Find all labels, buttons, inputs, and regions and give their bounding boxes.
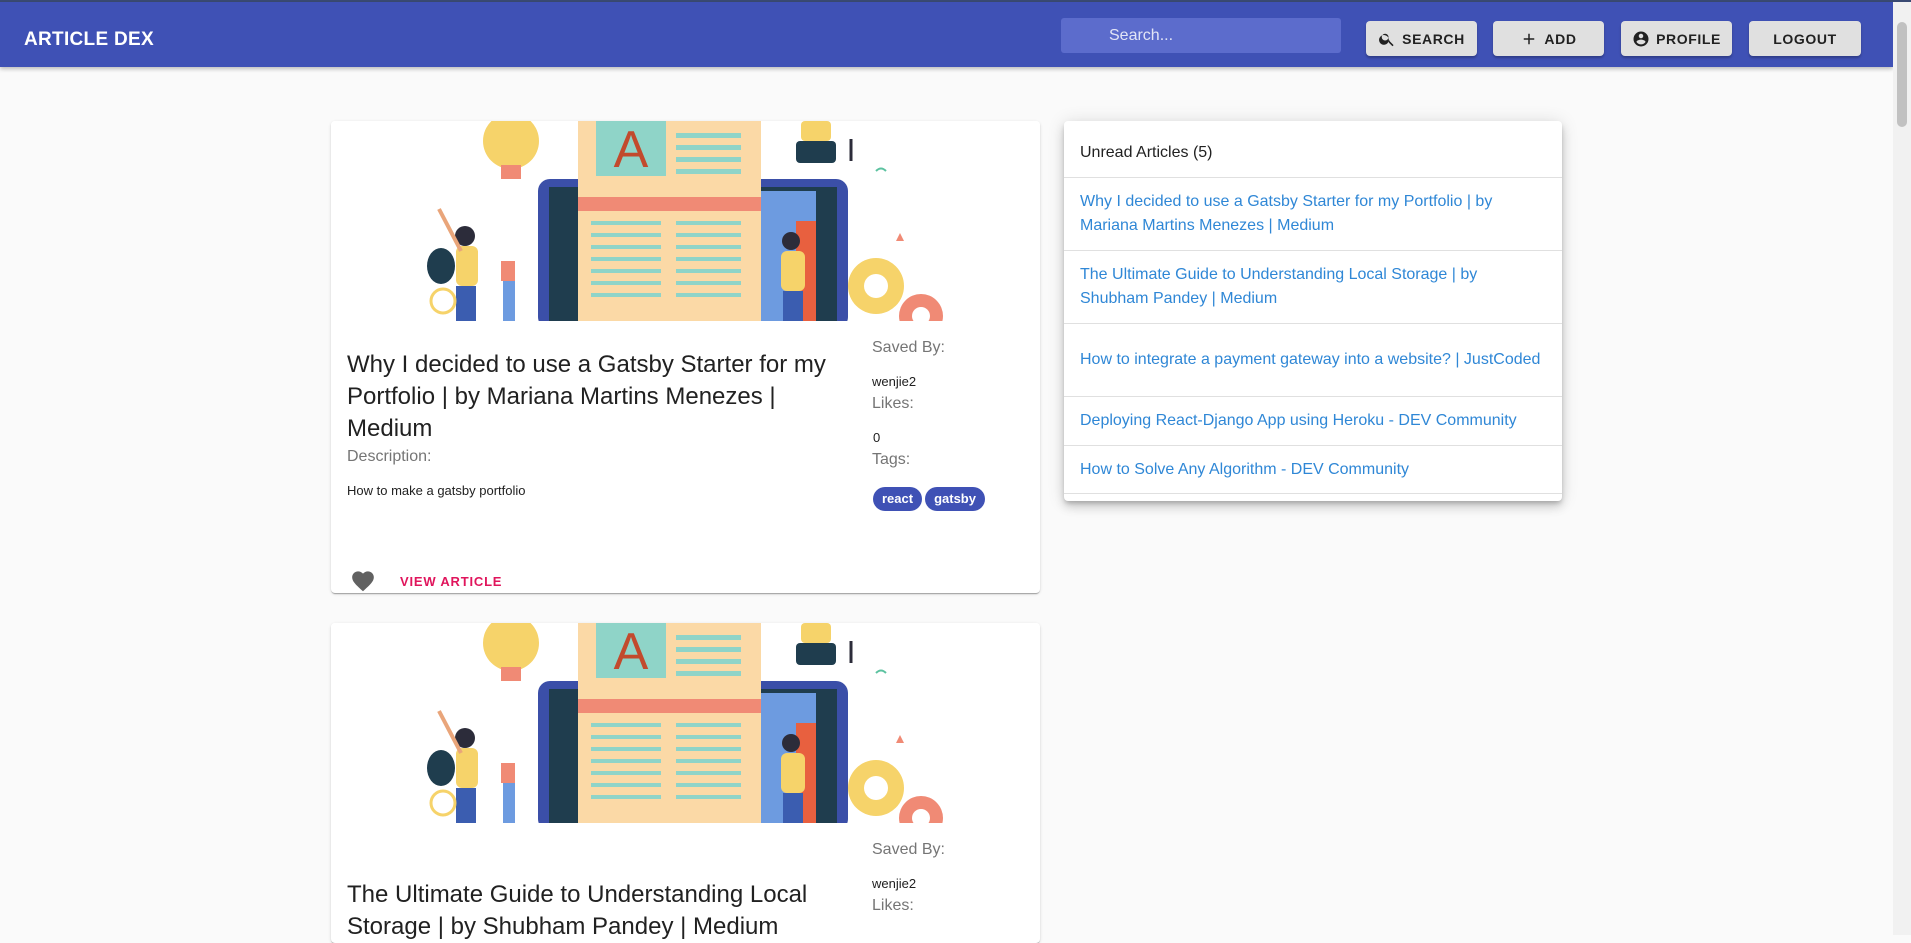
saved-by-label: Saved By: <box>872 339 945 356</box>
tag-chip[interactable]: gatsby <box>925 487 985 511</box>
search-input[interactable] <box>1061 18 1341 53</box>
search-button-label: SEARCH <box>1402 30 1465 47</box>
search-button[interactable]: SEARCH <box>1366 21 1477 56</box>
unread-articles-panel: Unread Articles (5) Why I decided to use… <box>1064 121 1562 501</box>
add-button-label: ADD <box>1544 30 1577 47</box>
profile-button[interactable]: PROFILE <box>1621 21 1732 56</box>
likes-value: 0 <box>873 430 881 445</box>
unread-article-title: Why I decided to use a Gatsby Starter fo… <box>1080 193 1493 234</box>
tag-chip[interactable]: react <box>873 487 923 511</box>
saved-by-label: Saved By: <box>872 841 945 858</box>
article-card: Why I decided to use a Gatsby Starter fo… <box>331 121 1040 593</box>
saved-by-value: wenjie2 <box>872 374 917 389</box>
article-illustration <box>331 623 1040 823</box>
page-scrollbar[interactable] <box>1893 2 1911 935</box>
article-title: Why I decided to use a Gatsby Starter fo… <box>347 351 826 442</box>
heart-icon[interactable] <box>350 568 376 592</box>
logout-button-label: LOGOUT <box>1773 30 1837 47</box>
logout-button[interactable]: LOGOUT <box>1749 21 1861 56</box>
unread-article-title: The Ultimate Guide to Understanding Loca… <box>1080 266 1478 307</box>
profile-button-label: PROFILE <box>1656 30 1721 47</box>
unread-article-link[interactable]: The Ultimate Guide to Understanding Loca… <box>1064 250 1562 323</box>
unread-article-title: Deploying React-Django App using Heroku … <box>1080 412 1517 429</box>
app-title: ARTICLE DEX <box>24 29 154 50</box>
add-button[interactable]: ADD <box>1493 21 1604 56</box>
app-bar: ARTICLE DEX SEARCH ADD PROFILE LOGOUT <box>0 2 1893 67</box>
unread-article-link[interactable]: How to integrate a payment gateway into … <box>1064 323 1562 396</box>
likes-label: Likes: <box>872 395 914 412</box>
unread-article-link[interactable]: Why I decided to use a Gatsby Starter fo… <box>1064 177 1562 250</box>
plus-icon <box>1524 33 1535 44</box>
tags-label: Tags: <box>872 451 911 468</box>
article-title: The Ultimate Guide to Understanding Loca… <box>347 881 808 940</box>
account-circle-icon <box>1633 31 1649 46</box>
tag-list: react gatsby <box>873 487 988 511</box>
unread-heading: Unread Articles (5) <box>1080 144 1213 161</box>
view-article-button[interactable]: VIEW ARTICLE <box>400 574 502 589</box>
search-icon <box>1379 33 1394 46</box>
article-card: The Ultimate Guide to Understanding Loca… <box>331 623 1040 943</box>
description-label: Description: <box>347 448 432 465</box>
description-value: How to make a gatsby portfolio <box>347 483 526 498</box>
likes-label: Likes: <box>872 897 914 914</box>
unread-article-link[interactable]: Deploying React-Django App using Heroku … <box>1064 396 1562 445</box>
unread-article-title: How to integrate a payment gateway into … <box>1080 351 1541 368</box>
scrollbar-thumb[interactable] <box>1897 22 1907 127</box>
article-illustration <box>331 121 1040 321</box>
unread-article-title: How to Solve Any Algorithm - DEV Communi… <box>1080 460 1410 478</box>
unread-article-link[interactable]: How to Solve Any Algorithm - DEV Communi… <box>1064 445 1562 494</box>
saved-by-value: wenjie2 <box>872 876 917 891</box>
